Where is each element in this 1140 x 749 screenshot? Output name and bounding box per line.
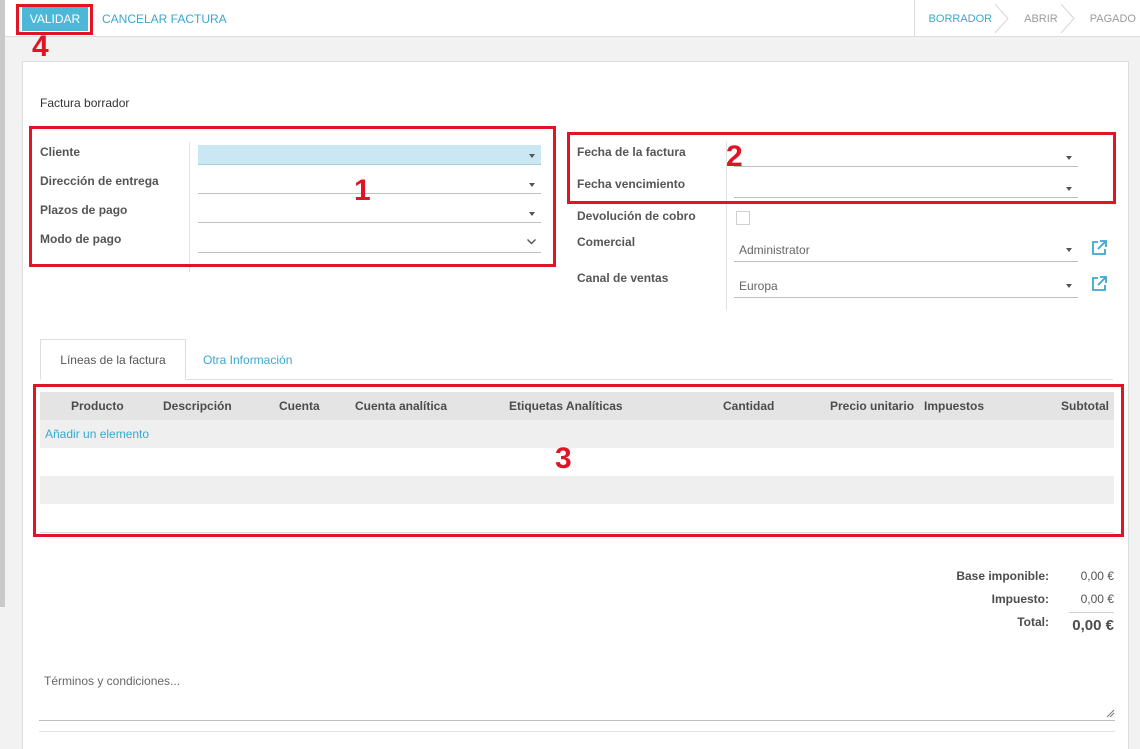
delivery-address-label: Dirección de entrega — [40, 174, 159, 188]
validate-button[interactable]: VALIDAR — [22, 7, 88, 31]
refund-checkbox[interactable] — [736, 211, 750, 225]
caret-down-icon — [1066, 284, 1072, 288]
salesperson-label: Comercial — [577, 235, 636, 249]
status-step-label: BORRADOR — [928, 12, 993, 25]
refund-label: Devolución de cobro — [577, 209, 696, 223]
tax-amount-value: 0,00 € — [1080, 592, 1114, 606]
field-separator — [726, 142, 727, 310]
invoice-date-label: Fecha de la factura — [577, 145, 686, 159]
payment-terms-input[interactable] — [198, 203, 541, 223]
column-header[interactable]: Descripción — [163, 392, 232, 420]
column-header[interactable]: Impuestos — [924, 392, 984, 420]
table-header: Producto Descripción Cuenta Cuenta analí… — [40, 392, 1114, 420]
due-date-input[interactable] — [734, 178, 1078, 198]
page-title: Factura borrador — [40, 96, 130, 110]
untaxed-amount-label: Base imponible: — [956, 569, 1049, 583]
status-step-paid[interactable]: PAGADO — [1068, 0, 1140, 37]
sales-channel-input[interactable]: Europa — [734, 274, 1078, 298]
untaxed-amount-value: 0,00 € — [1080, 569, 1114, 583]
payment-terms-label: Plazos de pago — [40, 203, 128, 217]
status-step-draft[interactable]: BORRADOR — [913, 0, 1009, 37]
column-header[interactable]: Precio unitario — [830, 392, 914, 420]
caret-down-icon — [529, 154, 535, 158]
chevron-down-icon — [527, 239, 536, 245]
add-line-link[interactable]: Añadir un elemento — [45, 420, 149, 448]
chevron-right-icon — [994, 4, 1009, 33]
table-row — [40, 476, 1114, 504]
column-header[interactable]: Etiquetas Analíticas — [509, 392, 623, 420]
invoice-date-input[interactable] — [734, 147, 1078, 167]
caret-down-icon — [1066, 248, 1072, 252]
control-panel: VALIDAR CANCELAR FACTURA BORRADOR ABRIR … — [5, 0, 1140, 37]
table-row — [40, 448, 1114, 476]
field-separator — [189, 142, 190, 272]
notebook-tabs: Líneas de la factura Otra Información — [40, 339, 1113, 380]
status-step-open[interactable]: ABRIR — [1002, 0, 1075, 37]
invoice-lines-table: Producto Descripción Cuenta Cuenta analí… — [40, 392, 1114, 533]
payment-mode-label: Modo de pago — [40, 232, 122, 246]
sales-channel-label: Canal de ventas — [577, 271, 669, 285]
salesperson-input[interactable]: Administrator — [734, 238, 1078, 262]
column-header[interactable]: Cuenta — [279, 392, 320, 420]
table-row — [40, 504, 1114, 532]
notes-bottom-border — [39, 731, 1115, 732]
totals-divider — [1069, 612, 1114, 613]
tab-other-info[interactable]: Otra Información — [203, 339, 292, 380]
column-header[interactable]: Cuenta analítica — [355, 392, 447, 420]
table-row: Añadir un elemento — [40, 420, 1114, 448]
tab-invoice-lines[interactable]: Líneas de la factura — [40, 339, 186, 380]
resize-grip-icon[interactable] — [1106, 709, 1115, 718]
caret-down-icon — [1066, 187, 1072, 191]
column-header[interactable]: Cantidad — [723, 392, 774, 420]
customer-input[interactable] — [198, 145, 541, 165]
status-bar: BORRADOR ABRIR PAGADO — [913, 0, 1140, 37]
tax-amount-label: Impuesto: — [991, 592, 1049, 606]
column-header[interactable]: Producto — [71, 392, 124, 420]
caret-down-icon — [529, 212, 535, 216]
customer-label: Cliente — [40, 145, 81, 159]
table-bottom-border — [40, 532, 1114, 533]
chevron-right-icon — [1060, 4, 1075, 33]
cancel-invoice-button[interactable]: CANCELAR FACTURA — [102, 7, 227, 31]
invoice-form-sheet: Factura borrador Cliente Dirección de en… — [22, 61, 1129, 749]
total-value: 0,00 € — [1072, 617, 1114, 634]
caret-down-icon — [1066, 156, 1072, 160]
due-date-label: Fecha vencimiento — [577, 177, 686, 191]
delivery-address-input[interactable] — [198, 174, 541, 194]
column-header[interactable]: Subtotal — [1061, 392, 1109, 420]
status-step-label: PAGADO — [1089, 12, 1136, 25]
terms-conditions-input[interactable] — [39, 666, 1115, 721]
caret-down-icon — [529, 183, 535, 187]
total-label: Total: — [1017, 615, 1049, 629]
status-step-label: ABRIR — [1024, 12, 1058, 25]
window-left-edge — [0, 0, 5, 607]
external-link-icon[interactable] — [1090, 239, 1108, 257]
payment-mode-select[interactable] — [198, 233, 541, 253]
external-link-icon[interactable] — [1090, 275, 1108, 293]
